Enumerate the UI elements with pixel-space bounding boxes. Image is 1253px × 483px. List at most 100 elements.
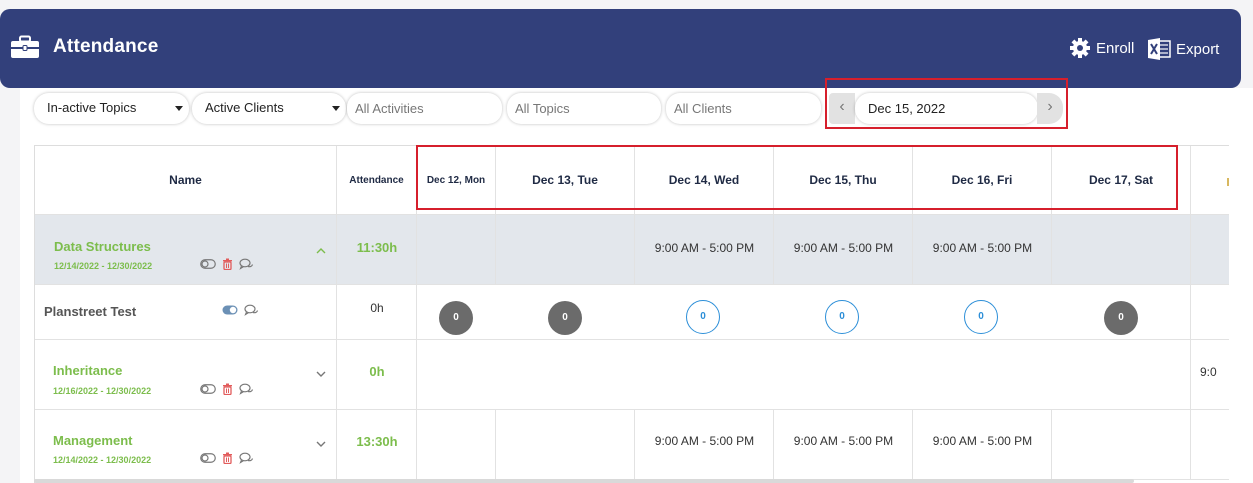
student-hours: 0h [370, 301, 384, 315]
attendance-count-badge[interactable]: 0 [964, 300, 998, 334]
topic-day-cell [913, 340, 1052, 410]
student-name: Planstreet Test [44, 304, 137, 319]
activities-filter-input[interactable]: All Activities [347, 93, 502, 124]
clients-filter-input[interactable]: All Clients [666, 93, 821, 124]
clients-placeholder: All Clients [674, 101, 732, 116]
date-picker-input[interactable]: Dec 15, 2022 [855, 93, 1038, 124]
topic-actions [200, 452, 254, 464]
toggle-icon[interactable] [200, 259, 216, 269]
toggle-on-icon[interactable] [222, 305, 238, 315]
enroll-label: Enroll [1096, 39, 1135, 57]
day-header-thu: Dec 15, Thu [774, 146, 913, 215]
caret-down-icon [175, 106, 183, 111]
day-header-label: Dec 13, Tue [532, 173, 598, 187]
comments-icon[interactable] [239, 452, 254, 464]
comments-icon[interactable] [239, 258, 254, 270]
day-header-wed: Dec 14, Wed [635, 146, 774, 215]
student-actions [222, 304, 259, 316]
schedule-time: 9:00 AM - 5:00 PM [793, 241, 894, 255]
comments-icon[interactable] [244, 304, 259, 316]
briefcase-icon [11, 35, 39, 58]
topic-day-cell [496, 215, 635, 285]
day-header-label: Dec 12, Mon [426, 174, 486, 186]
chevron-down-icon[interactable] [315, 438, 327, 450]
toggle-icon[interactable] [200, 384, 216, 394]
attendance-table: Name Attendance Dec 12, Mon Dec 13, Tue … [34, 145, 1229, 483]
partial-header-mark [1227, 178, 1229, 186]
day-header-fri: Dec 16, Fri [913, 146, 1052, 215]
attendance-count-badge[interactable]: 0 [686, 300, 720, 334]
export-label: Export [1176, 40, 1220, 58]
day-header-sat: Dec 17, Sat [1052, 146, 1191, 215]
attendance-page: Attendance Enroll Export In-active Topic… [0, 0, 1253, 483]
schedule-time: 9:00 AM - 5:00 PM [654, 241, 755, 255]
horizontal-scrollbar[interactable] [34, 479, 1134, 483]
topic-name[interactable]: Inheritance [53, 363, 122, 378]
topic-day-cell [417, 215, 496, 285]
trash-icon[interactable] [222, 258, 233, 270]
attendance-count-badge[interactable]: 0 [1104, 301, 1138, 335]
topic-status-select[interactable]: In-active Topics [34, 93, 189, 124]
chevron-down-icon[interactable] [315, 368, 327, 380]
student-day-cell [1191, 285, 1229, 340]
day-header-mon: Dec 12, Mon [417, 146, 496, 215]
chevron-up-icon[interactable] [315, 245, 327, 257]
topic-hours: 0h [369, 364, 385, 379]
header-bar: Attendance Enroll Export [0, 9, 1241, 88]
trash-icon[interactable] [222, 383, 233, 395]
gear-icon [1070, 38, 1090, 58]
schedule-time: 9:00 AM - 5:00 PM [793, 434, 894, 448]
client-status-value: Active Clients [205, 100, 284, 115]
attendance-count-badge[interactable]: 0 [439, 301, 473, 335]
page-title: Attendance [53, 36, 159, 57]
day-header-sun [1191, 146, 1229, 215]
export-button[interactable]: Export [1147, 37, 1219, 61]
schedule-time: 9:00 AM - 5:00 PM [932, 241, 1033, 255]
topic-day-cell [496, 410, 635, 480]
schedule-time-partial: 9:0 [1200, 365, 1217, 379]
topic-day-cell [417, 410, 496, 480]
topic-actions [200, 383, 254, 395]
topic-actions [200, 258, 254, 270]
excel-icon [1148, 38, 1171, 60]
attendance-count-badge[interactable]: 0 [825, 300, 859, 334]
client-status-select[interactable]: Active Clients [192, 93, 346, 124]
topic-name[interactable]: Management [53, 433, 132, 448]
toggle-icon[interactable] [200, 453, 216, 463]
topic-day-cell [1191, 215, 1229, 285]
name-header-label: Name [169, 173, 202, 187]
day-header-label: Dec 16, Fri [951, 173, 1013, 187]
topics-filter-input[interactable]: All Topics [507, 93, 661, 124]
day-header-label: Dec 14, Wed [668, 173, 740, 187]
topic-dates: 12/16/2022 - 12/30/2022 [53, 386, 152, 396]
enroll-button[interactable]: Enroll [1069, 37, 1134, 59]
topic-hours: 11:30h [356, 240, 398, 255]
topic-dates: 12/14/2022 - 12/30/2022 [54, 261, 153, 271]
previous-week-button[interactable]: ‹ [829, 93, 855, 124]
day-header-label: Dec 17, Sat [1088, 173, 1154, 187]
date-navigator: ‹ Dec 15, 2022 › [829, 93, 1065, 124]
trash-icon[interactable] [222, 452, 233, 464]
topic-name[interactable]: Data Structures [54, 239, 151, 254]
attendance-count-badge[interactable]: 0 [548, 301, 582, 335]
next-week-button[interactable]: › [1037, 93, 1063, 124]
topic-status-value: In-active Topics [47, 100, 137, 115]
activities-placeholder: All Activities [355, 101, 424, 116]
topics-placeholder: All Topics [515, 101, 570, 116]
topic-day-cell [496, 340, 635, 410]
topic-day-cell [635, 340, 774, 410]
date-value: Dec 15, 2022 [868, 101, 946, 116]
day-header-tue: Dec 13, Tue [496, 146, 635, 215]
topic-day-cell [1052, 215, 1191, 285]
topic-dates: 12/14/2022 - 12/30/2022 [53, 455, 152, 465]
topic-day-cell [417, 340, 496, 410]
schedule-time: 9:00 AM - 5:00 PM [654, 434, 755, 448]
attendance-header-label: Attendance [349, 174, 404, 186]
topic-hours: 13:30h [356, 434, 398, 449]
caret-down-icon [332, 106, 340, 111]
day-header-label: Dec 15, Thu [809, 173, 877, 187]
topic-day-cell [774, 340, 913, 410]
topic-day-cell [1191, 410, 1229, 480]
comments-icon[interactable] [239, 383, 254, 395]
topic-day-cell [1052, 410, 1191, 480]
